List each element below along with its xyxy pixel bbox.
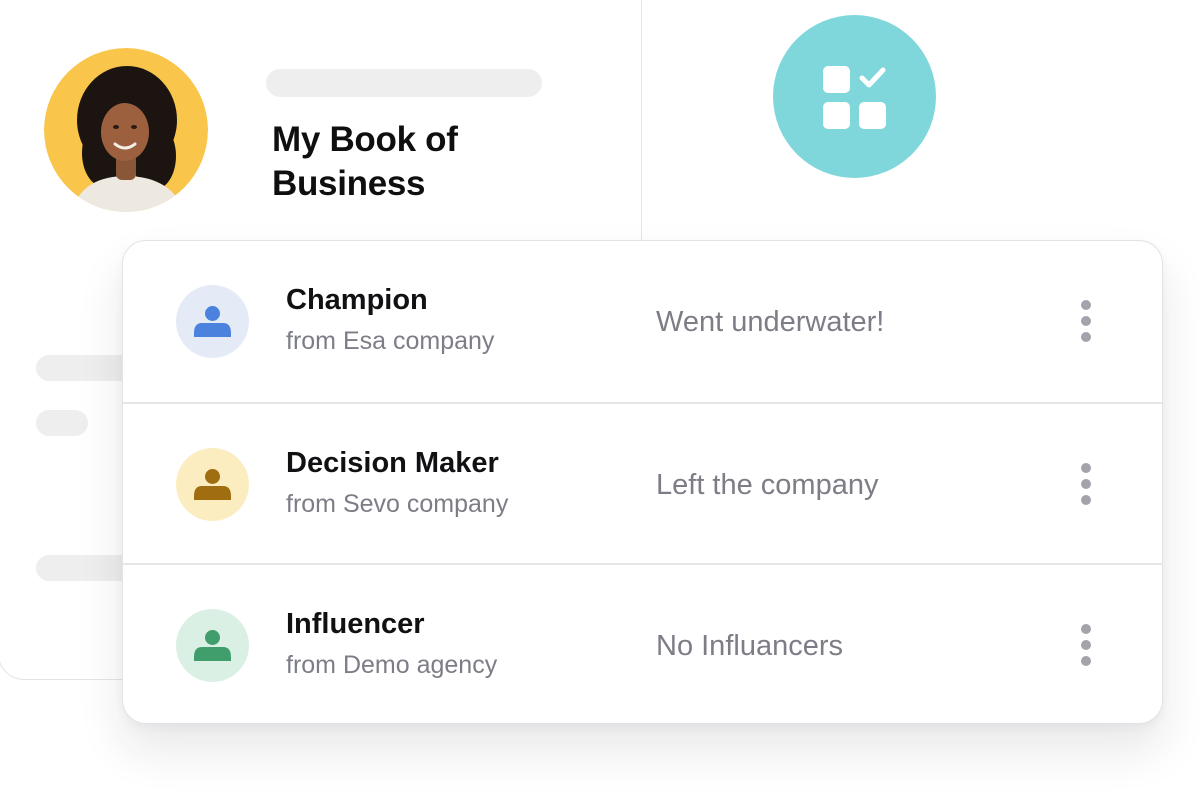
contact-role: Influencer (286, 608, 425, 640)
list-item[interactable]: Influencer from Demo agency No Influance… (123, 563, 1162, 723)
person-icon (176, 285, 249, 358)
page-title: My Book of Business (272, 120, 458, 203)
person-icon (176, 609, 249, 682)
list-item[interactable]: Champion from Esa company Went underwate… (123, 241, 1162, 402)
book-of-business-illustration: My Book of Business Champion from Esa co… (0, 0, 1200, 805)
contact-status: No Influancers (656, 630, 843, 662)
more-vertical-icon (1081, 300, 1091, 342)
person-icon (176, 448, 249, 521)
contact-company: from Sevo company (286, 490, 509, 518)
skeleton-line (36, 410, 88, 436)
contact-status: Left the company (656, 469, 879, 501)
contact-company: from Esa company (286, 327, 495, 355)
grid-check-icon (823, 66, 886, 129)
more-vertical-icon (1081, 624, 1091, 666)
more-vertical-icon (1081, 463, 1091, 505)
contacts-list: Champion from Esa company Went underwate… (122, 240, 1163, 724)
badge (773, 15, 936, 178)
avatar (44, 48, 208, 212)
contact-role: Decision Maker (286, 447, 499, 479)
contact-company: from Demo agency (286, 651, 498, 679)
list-item[interactable]: Decision Maker from Sevo company Left th… (123, 402, 1162, 565)
more-options-button[interactable] (1070, 298, 1102, 344)
title-skeleton (266, 69, 542, 97)
more-options-button[interactable] (1070, 461, 1102, 507)
more-options-button[interactable] (1070, 622, 1102, 668)
contact-status: Went underwater! (656, 306, 885, 338)
contact-role: Champion (286, 284, 428, 316)
